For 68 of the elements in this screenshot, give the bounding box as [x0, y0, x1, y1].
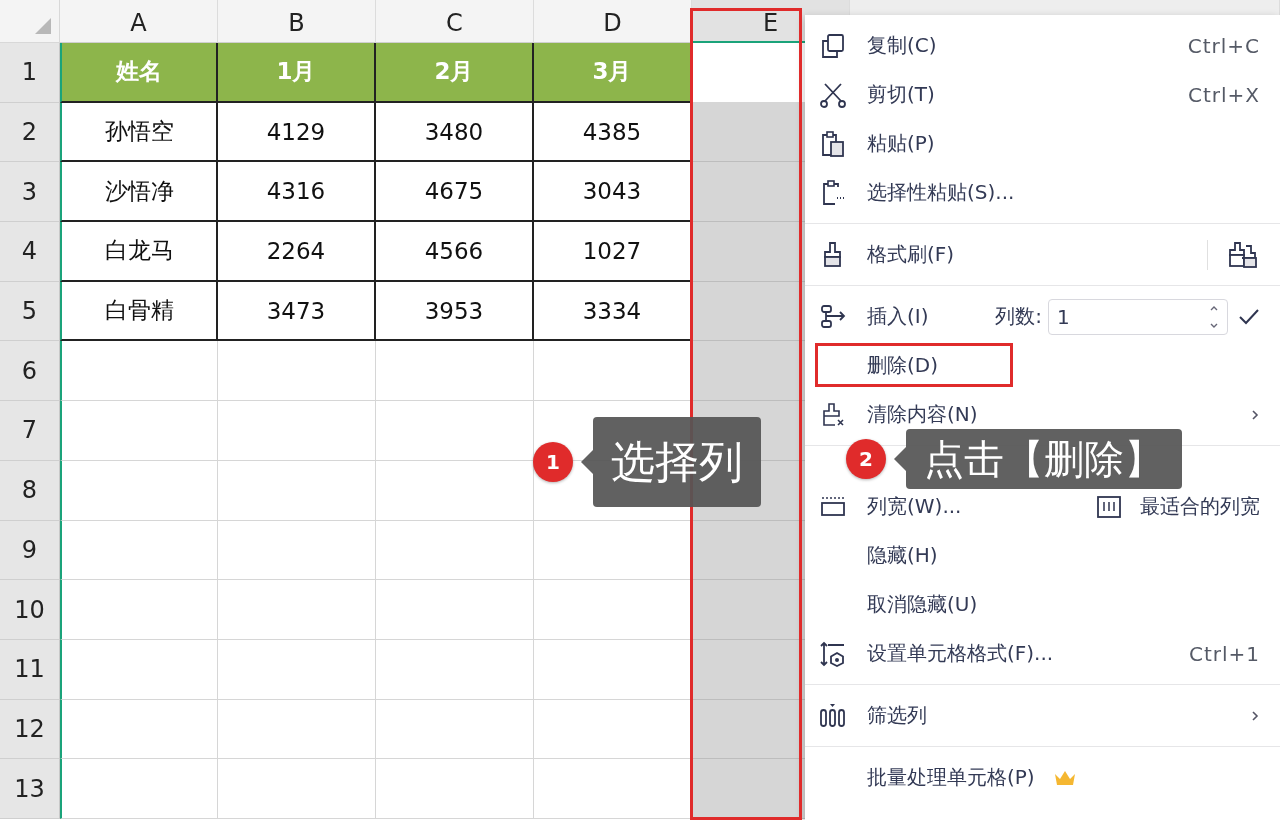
chevron-right-icon — [1250, 708, 1260, 723]
menu-item[interactable]: 筛选列 — [867, 702, 927, 729]
copy-icon — [819, 31, 847, 60]
table-cell: 2月 — [376, 43, 534, 103]
menu-item[interactable]: 清除内容(N) — [867, 401, 978, 428]
table-cell: 3473 — [218, 281, 376, 342]
table-cell: 沙悟净 — [60, 162, 218, 223]
shortcut-text: Ctrl+1 — [1188, 641, 1260, 666]
row-header[interactable]: 11 — [0, 639, 60, 700]
table-cell: 1月 — [218, 43, 376, 103]
table-cell: 4566 — [376, 222, 534, 282]
menu-item[interactable]: 格式刷(F) — [867, 241, 955, 268]
menu-item[interactable]: 粘贴(P) — [867, 130, 935, 157]
table-cell: 3953 — [376, 281, 534, 342]
count-field[interactable]: 1 — [1048, 298, 1228, 335]
column-header[interactable]: C — [376, 0, 534, 43]
menu-item[interactable]: 选择性粘贴(S)... — [867, 179, 1015, 206]
row-header[interactable]: 12 — [0, 699, 60, 760]
insert-icon — [819, 302, 847, 331]
menu-item[interactable]: 剪切(T) — [867, 81, 935, 108]
table-cell: 姓名 — [60, 43, 218, 103]
menu-item[interactable]: 插入(I) — [867, 303, 929, 330]
row-header[interactable]: 13 — [0, 759, 60, 819]
row-header[interactable]: 3 — [0, 162, 60, 223]
table-cell: 孙悟空 — [60, 102, 218, 163]
row-header[interactable]: 8 — [0, 460, 60, 521]
format-cells-icon — [819, 639, 847, 668]
callout-bubble: 点击【删除】 — [906, 429, 1182, 489]
brushes-icon — [1226, 239, 1260, 270]
row-header[interactable]: 7 — [0, 401, 60, 461]
chevron-right-icon — [1250, 407, 1260, 422]
column-header[interactable]: D — [534, 0, 692, 43]
table-cell: 白龙马 — [60, 222, 218, 282]
menu-item[interactable]: 批量处理单元格(P) — [867, 764, 1035, 791]
row-header[interactable]: 6 — [0, 341, 60, 402]
row-header[interactable]: 1 — [0, 43, 60, 103]
menu-item[interactable]: 取消隐藏(U) — [867, 591, 978, 618]
step-badge: 1 — [533, 442, 573, 482]
row-header[interactable]: 9 — [0, 520, 60, 581]
menu-item[interactable]: 最适合的列宽 — [1140, 493, 1260, 520]
callout-bubble: 选择列 — [593, 417, 761, 507]
row-header[interactable]: 4 — [0, 222, 60, 282]
table-cell: 4675 — [376, 162, 534, 223]
table-cell: 4316 — [218, 162, 376, 223]
menu-item[interactable]: 删除(D) — [867, 352, 938, 379]
callout-pointer-icon — [581, 450, 593, 474]
row-header[interactable]: 10 — [0, 580, 60, 640]
clipboard-icon — [819, 129, 847, 158]
select-all-icon — [33, 16, 53, 36]
menu-item[interactable]: 复制(C) — [867, 32, 937, 59]
column-header[interactable]: B — [218, 0, 376, 43]
table-cell: 2264 — [218, 222, 376, 282]
table-cell: 3月 — [534, 43, 692, 103]
row-header[interactable]: 5 — [0, 281, 60, 342]
shortcut-text: Ctrl+C — [1187, 33, 1260, 58]
row-header[interactable]: 2 — [0, 102, 60, 163]
shortcut-text: Ctrl+X — [1187, 82, 1260, 107]
menu-item[interactable]: 列宽(W)... — [867, 493, 962, 520]
menu-item[interactable]: 隐藏(H) — [867, 542, 938, 569]
table-cell: 4129 — [218, 102, 376, 163]
table-cell: 白骨精 — [60, 281, 218, 342]
fit-width-icon — [1096, 493, 1122, 520]
field-label: 列数: — [995, 303, 1042, 330]
column-header[interactable]: A — [60, 0, 218, 43]
callout-pointer-icon — [894, 447, 906, 471]
filter-columns-icon — [819, 701, 847, 730]
table-cell: 3480 — [376, 102, 534, 163]
menu-item[interactable]: 设置单元格格式(F)... — [867, 640, 1054, 667]
